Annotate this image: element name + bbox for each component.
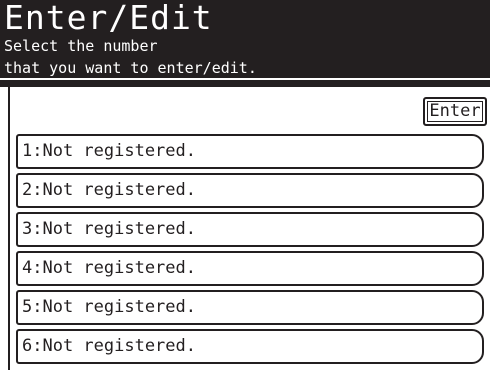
instruction-line-2: that you want to enter/edit. bbox=[4, 59, 257, 77]
entry-item-4[interactable]: 4:Not registered. bbox=[16, 251, 484, 286]
page-title: Enter/Edit bbox=[4, 0, 213, 37]
entry-item-1[interactable]: 1:Not registered. bbox=[16, 134, 484, 169]
entry-item-6[interactable]: 6:Not registered. bbox=[16, 329, 484, 364]
entry-item-3[interactable]: 3:Not registered. bbox=[16, 212, 484, 247]
instruction-line-1: Select the number bbox=[4, 37, 158, 55]
entry-item-2[interactable]: 2:Not registered. bbox=[16, 173, 484, 208]
header-underline bbox=[0, 78, 490, 80]
header-bar: Enter/Edit Select the number that you wa… bbox=[0, 0, 490, 87]
enter-button[interactable]: Enter bbox=[423, 97, 487, 126]
entry-item-5[interactable]: 5:Not registered. bbox=[16, 290, 484, 325]
